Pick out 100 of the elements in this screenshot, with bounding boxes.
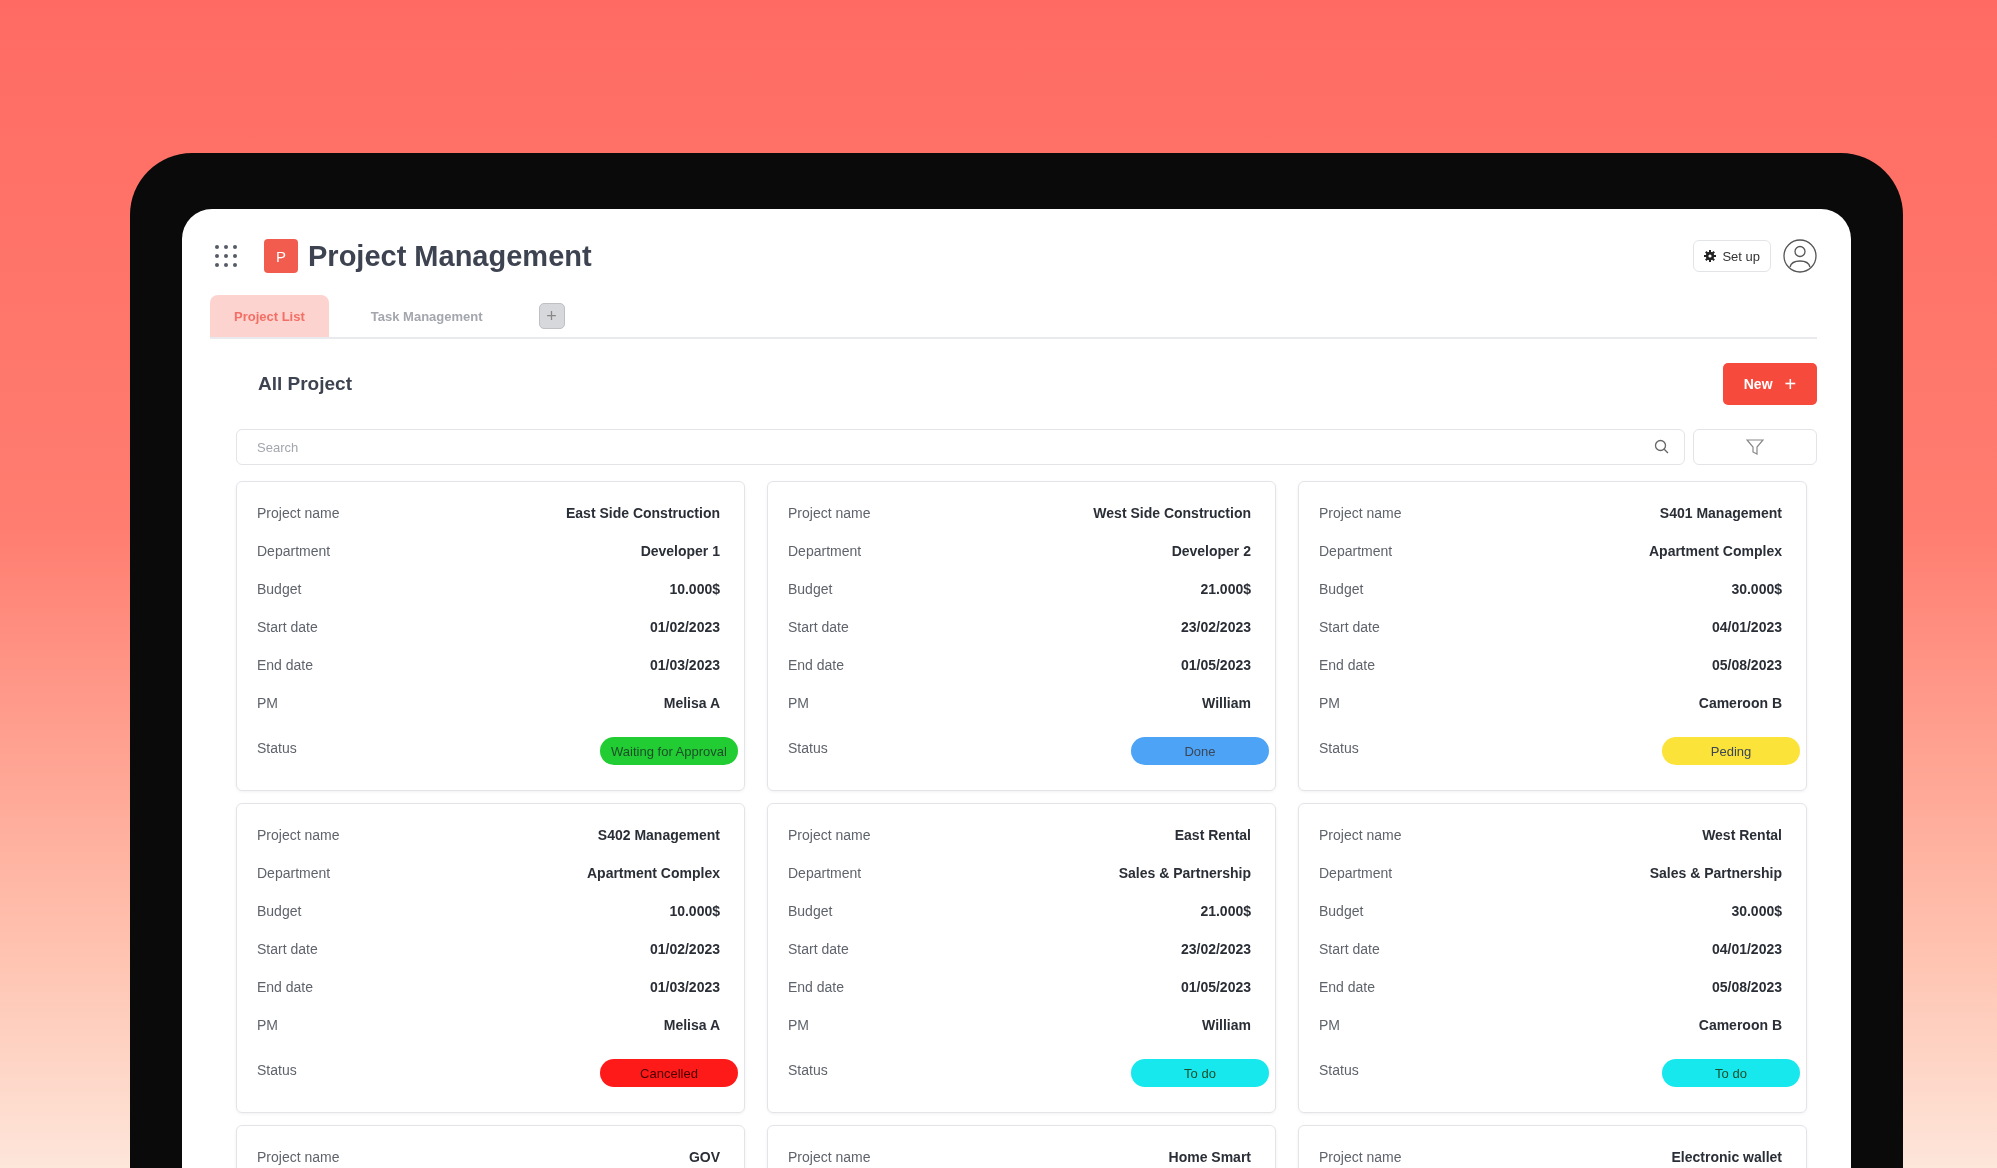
- field-value: Cameroon B: [1698, 695, 1782, 711]
- field-value: Melisa A: [663, 695, 720, 711]
- filter-icon: [1746, 438, 1764, 456]
- field-value: East Side Construction: [565, 505, 720, 521]
- status-badge: Waiting for Approval: [600, 737, 738, 765]
- field-value: William: [1202, 1017, 1251, 1033]
- field-value: S402 Management: [597, 827, 720, 843]
- setup-button[interactable]: Set up: [1693, 240, 1771, 272]
- field-value: Apartment Complex: [1648, 543, 1782, 559]
- field-label: End date: [788, 657, 845, 673]
- field-value: 23/02/2023: [1180, 941, 1251, 957]
- app-title: Project Management: [308, 239, 592, 273]
- field-label: Status: [257, 1062, 297, 1078]
- field-value: 10.000$: [669, 903, 720, 919]
- status-badge: To do: [1662, 1059, 1800, 1087]
- user-avatar-icon[interactable]: [1783, 239, 1817, 273]
- field-label: Start date: [1319, 619, 1380, 635]
- field-label: Project name: [788, 505, 871, 521]
- field-value: 10.000$: [669, 581, 720, 597]
- field-label: End date: [257, 979, 314, 995]
- field-label: Start date: [788, 941, 849, 957]
- field-label: Budget: [788, 903, 833, 919]
- project-card[interactable]: Project name West Side Construction Department Developer 2 Budget 21.000$ Start date 23/02/2023 End date 01/05/2023 PM William Status Done: [767, 481, 1276, 791]
- field-value: 21.000$: [1200, 903, 1251, 919]
- field-label: Project name: [1319, 505, 1402, 521]
- field-label: End date: [1319, 979, 1376, 995]
- project-card[interactable]: Project name West Rental Department Sales & Partnership Budget 30.000$ Start date 04/01/2023 End date 05/08/2023 PM Cameroon B Status To do: [1298, 803, 1807, 1113]
- field-label: PM: [788, 695, 809, 711]
- field-value: 04/01/2023: [1711, 619, 1782, 635]
- field-label: PM: [257, 1017, 278, 1033]
- field-value: 30.000$: [1731, 581, 1782, 597]
- field-label: Department: [257, 865, 331, 881]
- field-value: 01/02/2023: [649, 941, 720, 957]
- field-value: West Rental: [1702, 827, 1782, 843]
- search-icon[interactable]: [1654, 439, 1669, 454]
- field-label: Status: [788, 1062, 828, 1078]
- settings-icon: [1704, 250, 1717, 262]
- field-label: Project name: [257, 827, 340, 843]
- field-value: 01/05/2023: [1180, 979, 1251, 995]
- field-label: Start date: [257, 941, 318, 957]
- field-value: 01/05/2023: [1180, 657, 1251, 673]
- apps-grid-icon[interactable]: [214, 244, 238, 268]
- field-value: GOV: [688, 1149, 720, 1165]
- field-value: Home Smart: [1168, 1149, 1251, 1165]
- field-label: Status: [1319, 1062, 1359, 1078]
- status-badge: Peding: [1662, 737, 1800, 765]
- field-label: Status: [788, 740, 828, 756]
- field-label: End date: [1319, 657, 1376, 673]
- project-card[interactable]: Project name S401 Management Department Apartment Complex Budget 30.000$ Start date 04/01/2023 End date 05/08/2023 PM Cameroon B Status Peding: [1298, 481, 1807, 791]
- field-label: PM: [788, 1017, 809, 1033]
- project-card[interactable]: Project name East Rental Department Sales & Partnership Budget 21.000$ Start date 23/02/2023 End date 01/05/2023 PM William Status To do: [767, 803, 1276, 1113]
- field-value: 05/08/2023: [1711, 657, 1782, 673]
- field-value: 01/03/2023: [649, 979, 720, 995]
- field-label: Status: [1319, 740, 1359, 756]
- field-value: 21.000$: [1200, 581, 1251, 597]
- field-label: Start date: [1319, 941, 1380, 957]
- field-value: 05/08/2023: [1711, 979, 1782, 995]
- status-badge: Done: [1131, 737, 1269, 765]
- field-label: Budget: [257, 581, 302, 597]
- field-value: Developer 2: [1171, 543, 1251, 559]
- field-value: East Rental: [1174, 827, 1251, 843]
- new-button[interactable]: New +: [1723, 363, 1817, 405]
- field-label: Budget: [1319, 903, 1364, 919]
- field-label: Department: [788, 865, 862, 881]
- field-label: Project name: [257, 505, 340, 521]
- field-value: Melisa A: [663, 1017, 720, 1033]
- field-label: Start date: [257, 619, 318, 635]
- app-logo: P: [264, 239, 298, 273]
- search-field[interactable]: Search: [236, 429, 1685, 465]
- field-label: Project name: [788, 1149, 871, 1165]
- field-value: 23/02/2023: [1180, 619, 1251, 635]
- project-card[interactable]: Project name Electronic wallet: [1298, 1125, 1807, 1168]
- field-label: Project name: [1319, 827, 1402, 843]
- field-label: Project name: [257, 1149, 340, 1165]
- field-label: Budget: [788, 581, 833, 597]
- field-value: Electronic wallet: [1671, 1149, 1782, 1165]
- field-label: PM: [1319, 695, 1340, 711]
- field-value: West Side Construction: [1093, 505, 1251, 521]
- field-label: PM: [257, 695, 278, 711]
- project-card[interactable]: Project name East Side Construction Department Developer 1 Budget 10.000$ Start date 01/02/2023 End date 01/03/2023 PM Melisa A Status Waiting for Approval: [236, 481, 745, 791]
- field-value: Cameroon B: [1698, 1017, 1782, 1033]
- field-value: 30.000$: [1731, 903, 1782, 919]
- project-card[interactable]: Project name GOV: [236, 1125, 745, 1168]
- section-title: All Project: [258, 373, 352, 395]
- status-badge: To do: [1131, 1059, 1269, 1087]
- field-label: End date: [257, 657, 314, 673]
- field-label: Budget: [257, 903, 302, 919]
- project-card[interactable]: Project name Home Smart: [767, 1125, 1276, 1168]
- field-value: William: [1202, 695, 1251, 711]
- field-label: Status: [257, 740, 297, 756]
- field-label: Project name: [788, 827, 871, 843]
- field-label: Start date: [788, 619, 849, 635]
- field-value: Sales & Partnership: [1649, 865, 1782, 881]
- status-badge: Cancelled: [600, 1059, 738, 1087]
- field-label: Budget: [1319, 581, 1364, 597]
- field-value: 01/02/2023: [649, 619, 720, 635]
- project-card[interactable]: Project name S402 Management Department Apartment Complex Budget 10.000$ Start date 01/02/2023 End date 01/03/2023 PM Melisa A Status Cancelled: [236, 803, 745, 1113]
- field-label: Department: [788, 543, 862, 559]
- field-value: 04/01/2023: [1711, 941, 1782, 957]
- field-label: End date: [788, 979, 845, 995]
